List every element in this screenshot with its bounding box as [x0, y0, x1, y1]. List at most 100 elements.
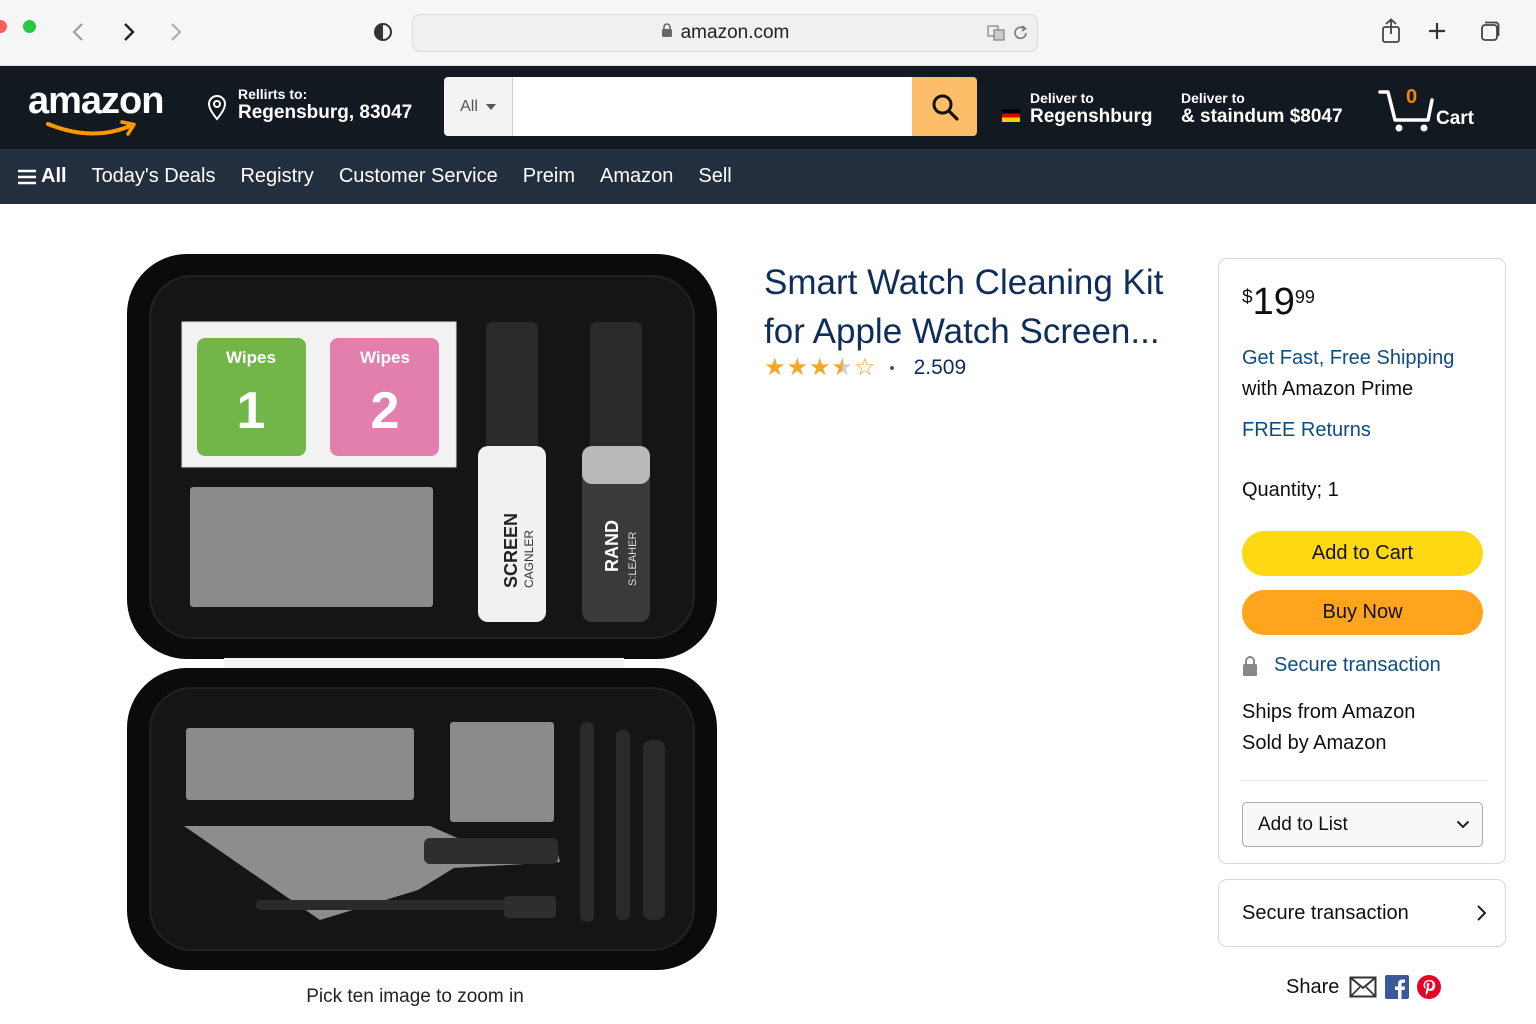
nav-sell[interactable]: Sell [698, 165, 731, 188]
secure-transaction-panel[interactable]: Secure transaction [1218, 879, 1506, 947]
search-category-dropdown[interactable]: All [444, 77, 513, 136]
facebook-icon[interactable] [1385, 975, 1410, 999]
search-button[interactable] [912, 77, 977, 136]
bottle-2-label-line2: S:LEAHER [627, 532, 639, 586]
lock-icon [661, 22, 673, 44]
add-to-list-dropdown[interactable]: Add to List [1242, 802, 1483, 847]
star-full-icon: ★ [809, 354, 831, 381]
email-icon[interactable] [1349, 976, 1377, 998]
browser-toolbar: amazon.com [0, 0, 1536, 66]
nav-amazon[interactable]: Amazon [600, 165, 673, 188]
amazon-header: amazon Rellirts to: Regensburg, 83047 Al… [0, 66, 1536, 149]
star-full-icon: ★ [764, 354, 786, 381]
price-fraction: 99 [1294, 287, 1315, 307]
location-label: Rellirts to: [238, 86, 308, 102]
deliver-value: Regenshburg [1030, 106, 1153, 127]
add-to-list-label: Add to List [1258, 813, 1348, 835]
nav-customer-service[interactable]: Customer Service [339, 165, 498, 188]
location-value: Regensburg, 83047 [238, 102, 413, 123]
nav-bar: All Today's Deals Registry Customer Serv… [0, 149, 1536, 204]
reload-icon[interactable] [1013, 24, 1029, 48]
share-row: Share [1286, 975, 1442, 999]
deliver-to-regensburg[interactable]: Deliver to Regenshburg [1002, 90, 1152, 128]
buy-box: $ 19 99 Get Fast, Free Shipping with Ama… [1218, 258, 1506, 864]
maximize-window-button[interactable] [23, 20, 36, 33]
cart-count: 0 [1406, 86, 1418, 108]
ships-from: Ships from Amazon [1242, 701, 1416, 723]
shipping-info: Get Fast, Free Shipping with Amazon Prim… [1242, 343, 1492, 405]
caret-down-icon [485, 103, 496, 110]
location-pin-icon [206, 86, 228, 127]
product-rating[interactable]: ★ ★ ★ ★ ☆ 2.509 [764, 356, 966, 380]
bottle-2-label-line1: RAND [602, 520, 622, 572]
bottle-1-label-line1: SCREEN [501, 513, 521, 588]
chevron-right-icon[interactable] [164, 17, 188, 47]
hamburger-icon [18, 169, 36, 184]
deliver-label-2: Deliver to [1181, 90, 1245, 106]
translate-icon[interactable] [987, 24, 1005, 48]
forward-icon[interactable] [117, 17, 141, 47]
rating-dropdown-icon[interactable] [888, 364, 896, 372]
deliver-to-secondary[interactable]: Deliver to & staindum $8047 [1181, 90, 1343, 128]
share-browser-icon[interactable] [1376, 15, 1406, 47]
search-input[interactable] [513, 77, 912, 136]
shipping-link[interactable]: Get Fast, Free Shipping [1242, 343, 1492, 374]
search-icon [932, 94, 959, 121]
product-image[interactable]: Wipes 1 Wipes 2 SCREEN CAGNLER RAND S:LE… [124, 250, 720, 974]
add-to-cart-button[interactable]: Add to Cart [1242, 531, 1483, 576]
address-text: amazon.com [680, 22, 790, 43]
logo-smile-icon [46, 120, 136, 136]
close-window-button[interactable] [0, 20, 7, 33]
search-bar: All [444, 77, 977, 136]
buy-now-button[interactable]: Buy Now [1242, 590, 1483, 635]
rating-stars: ★ ★ ★ ★ ☆ [764, 356, 876, 380]
star-empty-icon: ☆ [854, 354, 876, 381]
bottle-1-label-line2: CAGNLER [522, 530, 536, 588]
delivery-location[interactable]: Rellirts to: Regensburg, 83047 [206, 86, 412, 127]
cart-button[interactable]: 0 Cart [1378, 86, 1488, 134]
zoom-hint-text: Pick ten image to zoom in [306, 986, 524, 1007]
secure-transaction-panel-label: Secure transaction [1242, 901, 1409, 924]
back-icon[interactable] [66, 17, 90, 47]
reader-mode-icon[interactable] [371, 17, 395, 47]
new-tab-icon[interactable] [1422, 15, 1452, 47]
star-full-icon: ★ [786, 354, 809, 381]
secure-transaction-row[interactable]: Secure transaction [1242, 654, 1441, 677]
secure-transaction-link[interactable]: Secure transaction [1274, 654, 1441, 677]
wipes-1-number: 1 [237, 382, 266, 440]
nav-all-menu[interactable]: All [18, 165, 67, 188]
germany-flag-icon [1002, 109, 1020, 122]
nav-registry[interactable]: Registry [240, 165, 313, 188]
share-label: Share [1286, 975, 1340, 998]
quantity-selector[interactable]: Quantity; 1 [1242, 479, 1339, 502]
nav-todays-deals[interactable]: Today's Deals [92, 165, 216, 188]
pinterest-icon[interactable] [1417, 975, 1442, 999]
wipes-1-label: Wipes [226, 348, 276, 367]
chevron-down-icon [1456, 820, 1470, 829]
wipes-2-label: Wipes [360, 348, 410, 367]
seller-info: Ships from Amazon Sold by Amazon [1242, 697, 1415, 759]
price: $ 19 99 [1242, 281, 1315, 324]
star-half-icon: ★ [831, 354, 854, 381]
search-category-label: All [460, 97, 478, 115]
divider [1242, 780, 1486, 781]
sold-by: Sold by Amazon [1242, 732, 1387, 754]
nav-all-label: All [41, 165, 67, 187]
logo-text: amazon [28, 80, 164, 122]
wipes-2-number: 2 [371, 382, 400, 440]
rating-count[interactable]: 2.509 [914, 356, 967, 380]
tabs-overview-icon[interactable] [1475, 15, 1505, 47]
product-title[interactable]: Smart Watch Cleaning Kit for Apple Watch… [764, 258, 1194, 356]
chevron-right-icon [1477, 905, 1487, 921]
free-returns-link[interactable]: FREE Returns [1242, 419, 1371, 442]
price-whole: 19 [1252, 281, 1295, 323]
nav-preim[interactable]: Preim [523, 165, 575, 188]
cart-label: Cart [1436, 108, 1475, 129]
deliver-value-2: & staindum $8047 [1181, 106, 1343, 127]
shipping-subtext: with Amazon Prime [1242, 378, 1414, 400]
address-bar[interactable]: amazon.com [412, 14, 1038, 52]
amazon-logo[interactable]: amazon [28, 80, 178, 136]
price-symbol: $ [1242, 287, 1253, 308]
deliver-label: Deliver to [1030, 90, 1094, 106]
lock-icon [1243, 655, 1257, 676]
